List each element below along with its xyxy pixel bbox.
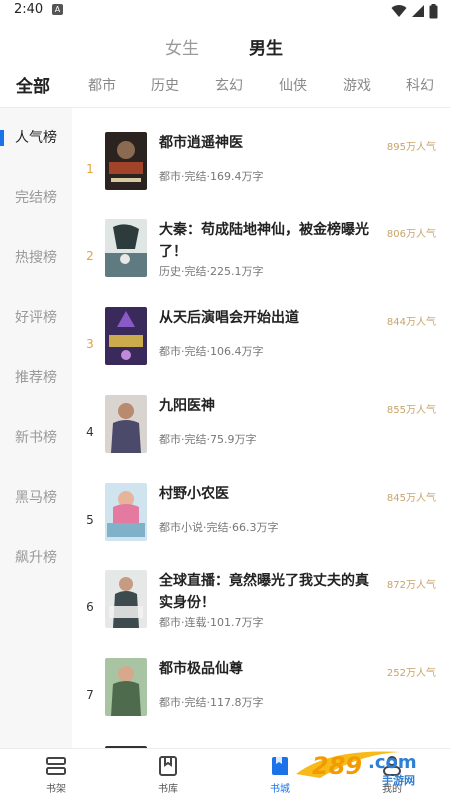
rank-number: 7 [86,688,94,702]
popularity-count: 806万人气 [386,229,436,240]
side-item-label: 推荐榜 [15,370,57,386]
side-item-new[interactable]: 新书榜 [0,418,72,458]
notification-icon: A [52,4,63,15]
svg-text:.com: .com [368,752,417,773]
book-meta: 都市·连载·101.7万字 [159,616,264,629]
wifi-icon [391,5,407,18]
signal-icon [412,5,424,17]
book-title[interactable]: 大秦：苟成陆地神仙，被金榜曝光了！ [159,219,381,263]
popularity-count: 845万人气 [386,493,436,504]
side-item-label: 人气榜 [15,130,57,146]
bookmark-book-icon [159,756,177,776]
book-meta: 历史·完结·225.1万字 [159,265,264,278]
side-item-label: 热搜榜 [15,250,57,266]
book-row[interactable]: 5 村野小农医 都市小说·完结·66.3万字 845万人气 [72,483,450,571]
side-item-rising[interactable]: 飙升榜 [0,538,72,578]
book-meta: 都市·完结·106.4万字 [159,345,264,358]
nav-label: 书架 [46,784,66,795]
book-cover[interactable] [105,132,147,190]
book-row[interactable]: 4 九阳医神 都市·完结·75.9万字 855万人气 [72,395,450,483]
category-tab-fantasy[interactable]: 玄幻 [215,75,243,95]
side-item-label: 新书榜 [15,430,57,446]
tab-female[interactable]: 女生 [165,34,199,59]
side-item-hot-search[interactable]: 热搜榜 [0,238,72,278]
book-title[interactable]: 都市极品仙尊 [159,658,381,680]
side-item-top-rated[interactable]: 好评榜 [0,298,72,338]
rank-number: 2 [86,249,94,263]
category-tab-scifi[interactable]: 科幻 [406,75,434,95]
popularity-count: 895万人气 [386,142,436,153]
book-cover[interactable] [105,570,147,628]
popularity-count: 855万人气 [386,405,436,416]
status-time: 2:40 [14,2,44,17]
battery-icon [429,3,438,18]
book-row[interactable]: 1 都市逍遥神医 都市·完结·169.4万字 895万人气 [72,132,450,220]
book-meta: 都市小说·完结·66.3万字 [159,521,279,534]
ranking-side-nav: 人气榜 完结榜 热搜榜 好评榜 推荐榜 新书榜 黑马榜 飙升榜 [0,108,72,748]
book-title[interactable]: 全球直播：竟然曝光了我丈夫的真实身份！ [159,570,381,614]
book-cover[interactable] [105,219,147,277]
nav-bookshelf[interactable]: 书架 [28,755,84,799]
status-bar: 2:40 A [0,0,450,22]
side-item-label: 黑马榜 [15,490,57,506]
rank-number: 6 [86,600,94,614]
side-item-completed[interactable]: 完结榜 [0,178,72,218]
book-row[interactable]: 2 大秦：苟成陆地神仙，被金榜曝光了！ 历史·完结·225.1万字 806万人气 [72,219,450,307]
book-title[interactable]: 都市逍遥神医 [159,132,381,154]
category-tab-all[interactable]: 全部 [16,72,50,97]
side-item-popular[interactable]: 人气榜 [0,118,72,158]
book-row[interactable]: 3 从天后演唱会开始出道 都市·完结·106.4万字 844万人气 [72,307,450,395]
svg-text:手游网: 手游网 [382,773,415,787]
watermark-logo: 289 .com 手游网 [296,751,417,787]
book-list: 1 都市逍遥神医 都市·完结·169.4万字 895万人气 2 大秦：苟成陆地神… [72,108,450,748]
bookstore-icon [272,757,288,775]
popularity-count: 872万人气 [386,580,436,591]
rank-number: 1 [86,162,94,176]
category-tab-game[interactable]: 游戏 [343,75,371,95]
book-cover[interactable] [105,395,147,453]
book-cover[interactable] [105,658,147,716]
side-item-dark-horse[interactable]: 黑马榜 [0,478,72,518]
gender-tabs: 女生 男生 [0,34,450,60]
side-item-label: 好评榜 [15,310,57,326]
book-row[interactable]: 6 全球直播：竟然曝光了我丈夫的真实身份！ 都市·连载·101.7万字 872万… [72,570,450,658]
nav-library[interactable]: 书库 [140,755,196,799]
book-meta: 都市·完结·117.8万字 [159,696,264,709]
active-indicator [0,130,4,146]
category-tab-history[interactable]: 历史 [151,75,179,95]
side-item-label: 飙升榜 [15,550,57,566]
category-tab-xianxia[interactable]: 仙侠 [279,75,307,95]
side-item-label: 完结榜 [15,190,57,206]
category-tabs: 全部 都市 历史 玄幻 仙侠 游戏 科幻 [0,72,450,100]
rank-number: 4 [86,425,94,439]
book-cover[interactable] [105,307,147,365]
tab-male[interactable]: 男生 [249,34,283,59]
book-meta: 都市·完结·75.9万字 [159,433,257,446]
book-title[interactable]: 村野小农医 [159,483,381,505]
svg-text:289: 289 [312,752,362,780]
side-item-recommended[interactable]: 推荐榜 [0,358,72,398]
category-tab-urban[interactable]: 都市 [88,75,116,95]
book-title[interactable]: 九阳医神 [159,395,381,417]
popularity-count: 844万人气 [386,317,436,328]
book-cover[interactable] [105,483,147,541]
book-row[interactable]: 7 都市极品仙尊 都市·完结·117.8万字 252万人气 [72,658,450,746]
popularity-count: 252万人气 [386,668,436,679]
book-title[interactable]: 从天后演唱会开始出道 [159,307,381,329]
status-icons [391,3,438,19]
book-meta: 都市·完结·169.4万字 [159,170,264,183]
nav-label: 书库 [158,784,178,795]
rank-number: 3 [86,337,94,351]
bookshelf-icon [46,757,66,775]
rank-number: 5 [86,513,94,527]
